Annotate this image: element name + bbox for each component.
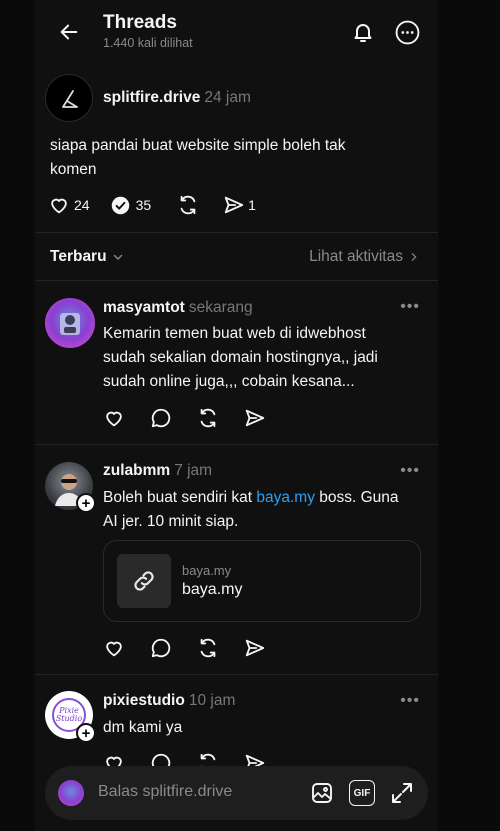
more-circle-icon [395, 20, 419, 44]
comment-more-button[interactable]: ••• [400, 298, 420, 316]
image-button[interactable] [309, 780, 335, 806]
comment-text-line: Kemarin temen buat web di idwebhost [103, 325, 366, 342]
page-title: Threads [103, 12, 177, 33]
send-icon[interactable] [244, 407, 266, 429]
text-segment: boss. Guna [314, 489, 399, 506]
sort-label: Terbaru [50, 248, 107, 265]
divider [35, 232, 438, 233]
view-count: 1.440 kali dilihat [103, 36, 193, 50]
share-button[interactable]: 1 [223, 194, 256, 216]
text-segment: Boleh buat sendiri kat [103, 489, 257, 506]
comment-author-line: masyamtot sekarang [103, 299, 253, 317]
view-activity-link[interactable]: Lihat aktivitas [309, 248, 419, 266]
divider [35, 674, 438, 675]
send-icon[interactable] [244, 637, 266, 659]
comment-more-button[interactable]: ••• [400, 462, 420, 480]
divider [35, 444, 438, 445]
comment-text-line: Boleh buat sendiri kat baya.my boss. Gun… [103, 486, 428, 510]
bell-icon [354, 24, 372, 42]
comment-actions [103, 407, 266, 429]
comment-time: 10 jam [188, 692, 236, 709]
expand-icon [392, 783, 412, 803]
notifications-button[interactable] [348, 17, 378, 47]
reply-composer[interactable]: Balas splitfire.drive GIF [45, 766, 428, 820]
threads-screen: Threads 1.440 kali dilihat splitfire.dri… [35, 0, 438, 831]
comment-time: sekarang [188, 299, 253, 316]
link-icon [134, 571, 154, 591]
comment-avatar[interactable] [45, 298, 95, 348]
post-text: siapa pandai buat website simple boleh t… [50, 134, 420, 182]
repost-icon[interactable] [197, 637, 219, 659]
comment-username[interactable]: masyamtot [103, 299, 185, 316]
inline-link[interactable]: baya.my [256, 489, 315, 506]
repost-button[interactable] [177, 194, 199, 216]
comment-more-button[interactable]: ••• [400, 692, 420, 710]
comment-author-line: pixiestudio 10 jam [103, 692, 235, 710]
gif-button[interactable]: GIF [349, 780, 375, 806]
my-avatar [58, 780, 84, 806]
comment-text-line: sudah online juga,,, cobain kesana... [103, 373, 355, 390]
comment-username[interactable]: pixiestudio [103, 692, 185, 709]
splitfire-logo-icon [62, 90, 78, 108]
link-title: baya.my [182, 581, 243, 598]
comment-time: 7 jam [174, 462, 213, 479]
post-text-line: komen [50, 161, 97, 178]
reply-count: 35 [135, 197, 152, 213]
comment-username[interactable]: zulabmm [103, 462, 170, 479]
more-options-button[interactable] [392, 17, 422, 47]
chevron-down-icon [113, 254, 122, 260]
repost-icon[interactable] [197, 407, 219, 429]
comment-actions [103, 637, 266, 659]
like-count: 24 [74, 197, 90, 213]
comment-text-line: AI jer. 10 minit siap. [103, 513, 239, 530]
reply-bubble-icon [111, 196, 129, 214]
comment-bubble-icon[interactable] [150, 637, 172, 659]
link-thumb [117, 554, 171, 608]
link-preview-card[interactable]: baya.my baya.my [103, 540, 421, 622]
post-author-line: splitfire.drive 24 jam [103, 89, 251, 107]
link-domain: baya.my [182, 563, 232, 578]
post-username[interactable]: splitfire.drive [103, 89, 200, 106]
divider [35, 280, 438, 281]
image-icon [312, 783, 332, 803]
comment-text-line: sudah sekalian domain hostingnya,, jadi [103, 349, 378, 366]
sort-dropdown[interactable]: Terbaru [50, 248, 124, 266]
repost-icon [180, 195, 196, 215]
reply-button[interactable]: 35 [110, 195, 152, 216]
heart-icon[interactable] [103, 637, 125, 659]
post-actions: 24 35 1 [48, 194, 256, 216]
comment-author-line: zulabmm 7 jam [103, 462, 212, 480]
comment-text: Boleh buat sendiri kat baya.my boss. Gun… [103, 486, 428, 534]
heart-icon [51, 198, 67, 214]
reply-input[interactable]: Balas splitfire.drive [98, 783, 232, 801]
comment-text: Kemarin temen buat web di idwebhost suda… [103, 322, 423, 394]
heart-icon[interactable] [103, 407, 125, 429]
comment-bubble-icon[interactable] [150, 407, 172, 429]
comment-text: dm kami ya [103, 719, 183, 736]
chevron-right-icon [411, 253, 417, 261]
back-button[interactable] [55, 18, 83, 46]
follow-plus-button[interactable]: + [76, 723, 96, 743]
arrow-left-icon [60, 24, 78, 40]
post-text-line: siapa pandai buat website simple boleh t… [50, 137, 346, 154]
post-author-avatar[interactable] [45, 74, 93, 122]
like-button[interactable]: 24 [48, 194, 90, 216]
avatar-photo-icon [60, 313, 80, 335]
post-time: 24 jam [204, 89, 251, 106]
share-count: 1 [248, 197, 256, 213]
send-icon [224, 196, 244, 214]
expand-button[interactable] [389, 780, 415, 806]
follow-plus-button[interactable]: + [76, 493, 96, 513]
view-activity-label: Lihat aktivitas [309, 248, 403, 265]
